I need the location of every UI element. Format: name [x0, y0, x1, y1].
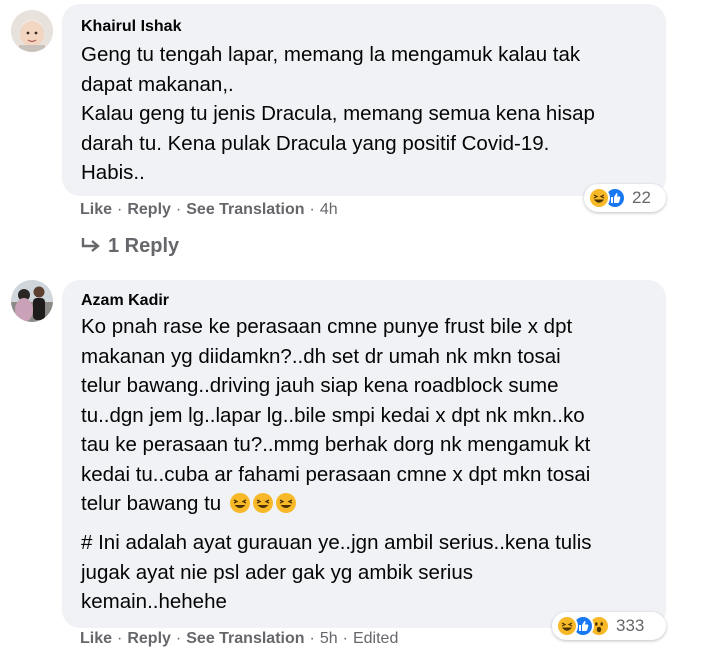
comment-line: Kalau geng tu jenis Dracula, memang semu… — [81, 102, 595, 125]
edited-label[interactable]: Edited — [353, 630, 398, 647]
comment-line: Ko pnah rase ke perasaan cmne punye frus… — [81, 315, 573, 338]
comment-text: Geng tu tengah lapar, memang la mengamuk… — [81, 40, 595, 188]
comment-line-with-emoji: telur bawang tu — [81, 489, 590, 519]
replies-count-label: 1 Reply — [108, 235, 180, 257]
comment-line: makanan yg diidamkn?..dh set dr umah nk … — [81, 344, 561, 368]
timestamp[interactable]: 5h — [320, 630, 338, 647]
comment-line: dapat makanan,. — [81, 72, 234, 96]
separator-dot: · — [175, 630, 182, 647]
comment-line: Geng tu tengah lapar, memang la mengamuk… — [81, 43, 581, 66]
laughing-emoji — [229, 493, 250, 513]
separator-dot: · — [175, 201, 182, 218]
comment-author[interactable]: Khairul Ishak — [81, 18, 181, 36]
reaction-summary[interactable]: 22 — [584, 184, 666, 212]
comment-line: darah tu. Kena pulak Dracula yang positi… — [81, 131, 550, 155]
see-translation-link[interactable]: See Translation — [186, 201, 304, 218]
reaction-summary[interactable]: 333 — [552, 612, 666, 640]
comment-line: tau ke perasaan tu?..mmg berhak dorg nk … — [81, 433, 591, 456]
comment-author[interactable]: Azam Kadir — [81, 292, 169, 310]
comment-line: # Ini adalah ayat gurauan ye..jgn ambil … — [81, 531, 592, 554]
reply-button[interactable]: Reply — [127, 630, 171, 647]
see-translation-link[interactable]: See Translation — [186, 630, 304, 647]
comment-text: Ko pnah rase ke perasaan cmne punye frus… — [81, 312, 590, 519]
avatar[interactable] — [11, 10, 53, 52]
comment-actions: Like · Reply · See Translation · 4h — [80, 201, 338, 219]
comment-line: kemain..hehehe — [81, 590, 227, 613]
reply-button[interactable]: Reply — [127, 201, 171, 218]
comment-line-text: telur bawang tu — [81, 492, 222, 515]
view-replies-button[interactable]: 1 Reply — [80, 235, 179, 258]
comment-line: tu..dgn jem lg..lapar lg..bile smpi keda… — [81, 403, 585, 427]
comment-line: telur bawang..driving jauh siap kena roa… — [81, 374, 559, 397]
comment-khairul: Khairul Ishak Geng tu tengah lapar, mema… — [0, 0, 704, 270]
haha-icon — [556, 615, 578, 637]
comment-actions: Like · Reply · See Translation · 5h · Edited — [80, 630, 398, 648]
comment-line: Habis.. — [81, 161, 145, 184]
avatar-photo-icon — [11, 280, 53, 322]
laughing-emoji — [275, 493, 296, 513]
comment-line: jugak ayat nie psl ader gak yg ambik ser… — [81, 560, 473, 584]
laughing-emoji — [252, 493, 273, 513]
haha-icon — [588, 187, 610, 209]
timestamp[interactable]: 4h — [320, 201, 338, 218]
separator-dot: · — [117, 201, 123, 218]
separator-dot: · — [342, 630, 348, 647]
reaction-count: 333 — [616, 616, 645, 635]
comment-azam: Azam Kadir Ko pnah rase ke perasaan cmne… — [0, 270, 704, 648]
like-button[interactable]: Like — [80, 201, 112, 218]
separator-dot: · — [309, 630, 315, 647]
comment-text-paragraph-2: # Ini adalah ayat gurauan ye..jgn ambil … — [81, 528, 592, 617]
separator-dot: · — [309, 201, 315, 218]
separator-dot: · — [117, 630, 123, 647]
avatar-photo-icon — [11, 10, 53, 52]
avatar[interactable] — [11, 280, 53, 322]
reaction-count: 22 — [632, 188, 651, 207]
comment-line: kedai tu..cuba ar fahami perasaan cmne x… — [81, 462, 591, 486]
like-button[interactable]: Like — [80, 630, 112, 647]
reply-arrow-icon — [81, 238, 100, 252]
